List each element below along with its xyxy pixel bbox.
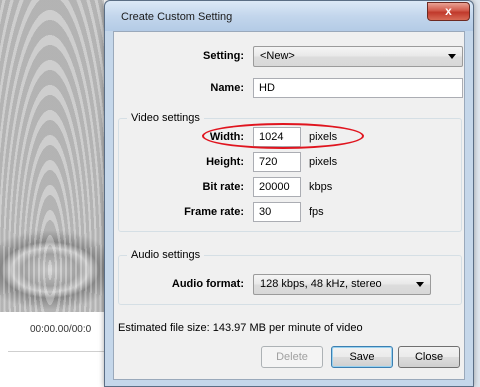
title-bar[interactable]: Create Custom Setting x	[105, 1, 473, 31]
height-label: Height:	[206, 156, 244, 168]
delete-button[interactable]: Delete	[261, 346, 323, 368]
setting-label: Setting:	[203, 50, 244, 62]
video-preview	[0, 0, 104, 312]
close-icon[interactable]: x	[427, 2, 470, 21]
close-button[interactable]: Close	[398, 346, 460, 368]
bitrate-field[interactable]: 20000	[253, 177, 301, 197]
bitrate-label: Bit rate:	[202, 181, 244, 193]
chevron-down-icon	[448, 54, 456, 59]
create-custom-setting-dialog: Create Custom Setting x Setting: <New> N…	[104, 0, 474, 387]
dialog-client-area: Setting: <New> Name: HD Video settings W…	[113, 31, 465, 380]
seek-bar[interactable]	[8, 351, 104, 352]
audio-settings-title: Audio settings	[127, 249, 205, 261]
save-button[interactable]: Save	[331, 346, 393, 368]
estimated-file-size: Estimated file size: 143.97 MB per minut…	[118, 322, 363, 334]
chevron-down-icon	[416, 282, 424, 287]
width-highlight-annotation	[202, 123, 364, 149]
bitrate-unit: kbps	[309, 181, 333, 193]
audio-format-label: Audio format:	[171, 278, 244, 290]
setting-dropdown[interactable]: <New>	[253, 46, 463, 67]
framerate-unit: fps	[309, 206, 324, 218]
framerate-field[interactable]: 30	[253, 202, 301, 222]
save-button-label: Save	[349, 351, 375, 363]
timecode-label: 00:00.00/00:0	[30, 324, 92, 335]
name-field[interactable]: HD	[253, 78, 463, 98]
framerate-label: Frame rate:	[184, 206, 244, 218]
name-label: Name:	[210, 82, 244, 94]
audio-format-value: 128 kbps, 48 kHz, stereo	[260, 278, 382, 290]
setting-value: <New>	[260, 50, 295, 62]
delete-button-label: Delete	[276, 351, 308, 363]
audio-format-dropdown[interactable]: 128 kbps, 48 kHz, stereo	[253, 274, 431, 295]
height-field[interactable]: 720	[253, 152, 301, 172]
video-settings-title: Video settings	[127, 112, 204, 124]
close-button-label: Close	[414, 351, 444, 363]
dialog-title: Create Custom Setting	[121, 11, 233, 23]
height-unit: pixels	[309, 156, 338, 168]
